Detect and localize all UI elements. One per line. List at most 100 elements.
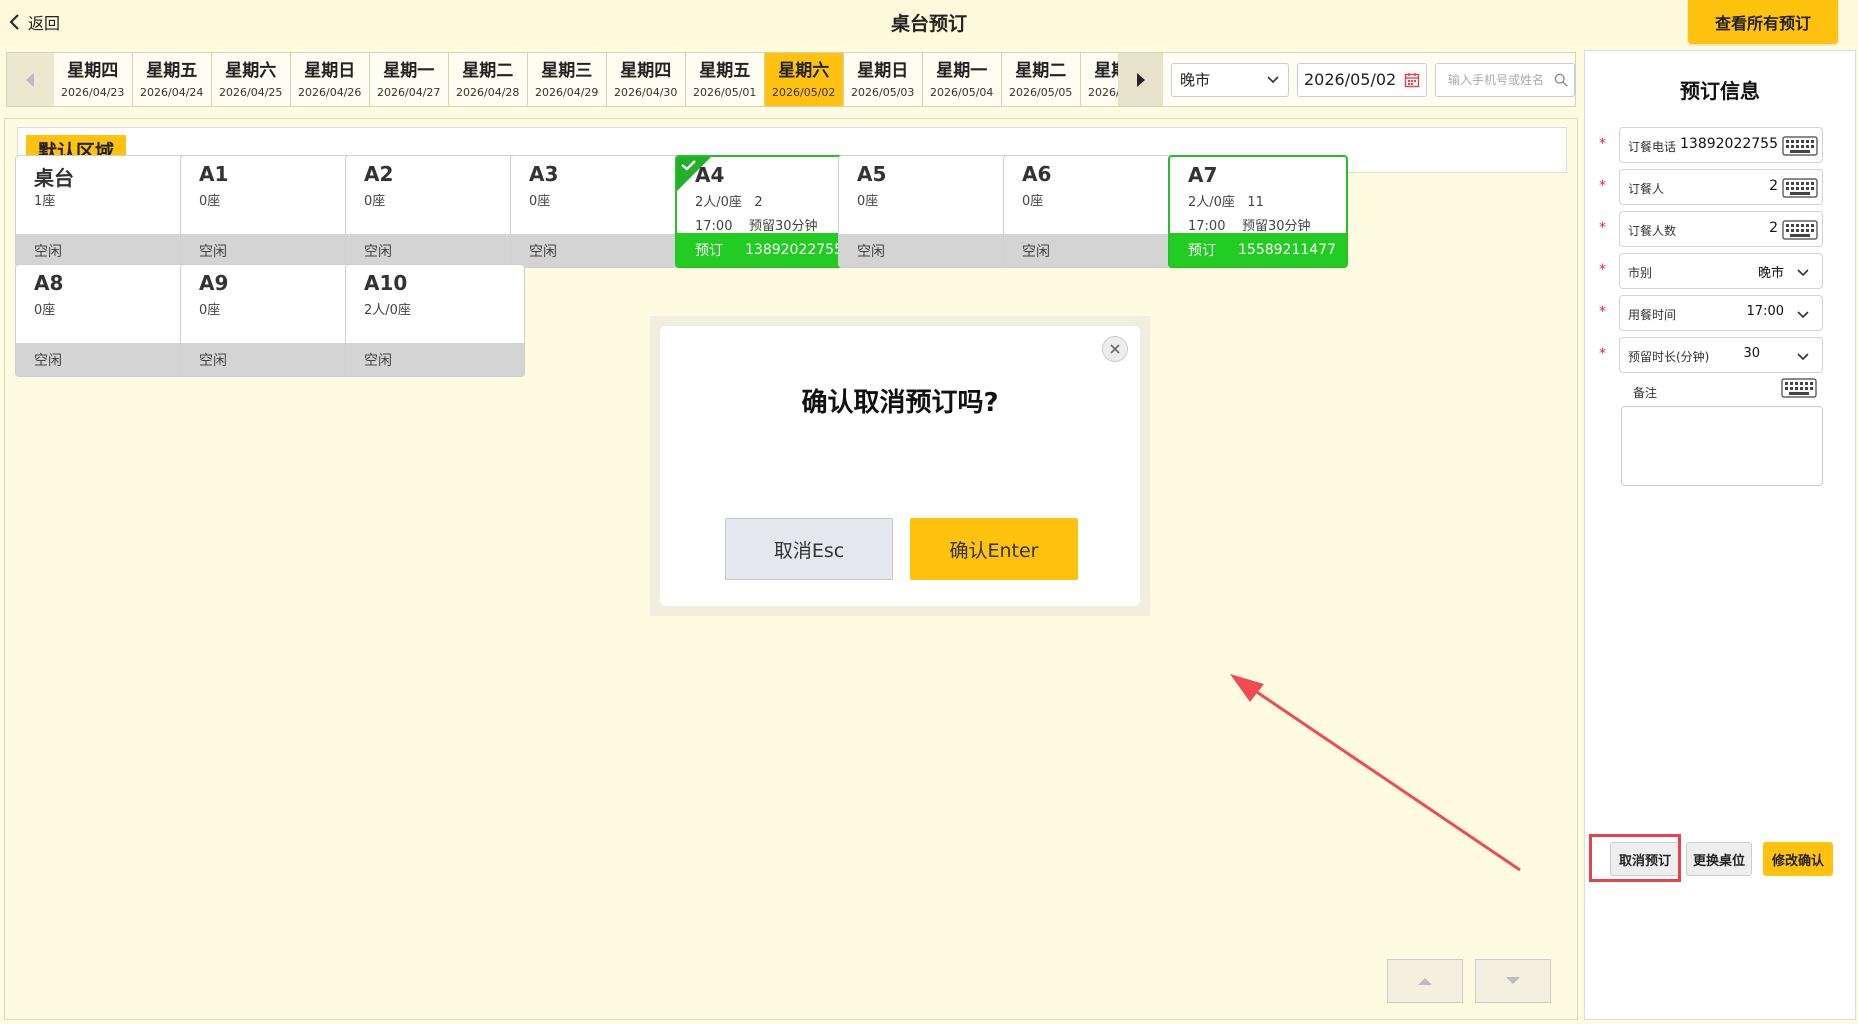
required-mark: * <box>1599 304 1606 320</box>
table-name: A1 <box>199 162 229 186</box>
table-card[interactable]: A9 0座 空闲 <box>180 264 360 377</box>
date-weekday: 星期日 <box>857 61 909 81</box>
chevron-down-icon <box>1797 311 1809 319</box>
date-item[interactable]: 星期日 2026/05/03 <box>843 53 923 106</box>
date-item[interactable]: 星期六 2026/04/25 <box>211 53 291 106</box>
period-select[interactable]: 市别 晚市 <box>1619 253 1823 289</box>
time-select[interactable]: 用餐时间 17:00 <box>1619 295 1823 331</box>
search-input[interactable] <box>1448 72 1553 87</box>
keyboard-icon[interactable] <box>1781 378 1817 398</box>
caret-up-icon <box>1418 978 1432 985</box>
table-card[interactable]: A2 0座 空闲 <box>345 155 525 268</box>
table-status: 空闲 <box>364 352 392 369</box>
keyboard-icon[interactable] <box>1782 136 1818 156</box>
date-weekday: 星期一 <box>936 61 988 81</box>
table-card[interactable]: A3 0座 空闲 <box>510 155 690 268</box>
date-next-button[interactable] <box>1118 53 1163 106</box>
scroll-down-button[interactable] <box>1475 959 1551 1003</box>
date-item[interactable]: 星期二 2026/04/28 <box>448 53 528 106</box>
booking-info-panel: 预订信息 * 订餐电话 13892022755 * 订餐人 2 * 订餐人数 2… <box>1584 50 1856 1020</box>
table-name: A8 <box>34 271 64 295</box>
date-item[interactable]: 星期五 2026/04/24 <box>132 53 212 106</box>
date-controls: 晚市 2026/05/02 <box>1163 53 1575 106</box>
date-item[interactable]: 星期五 2026/05/01 <box>685 53 765 106</box>
scroll-up-button[interactable] <box>1387 959 1463 1003</box>
date-item[interactable]: 星期一 2026/04/27 <box>369 53 449 106</box>
date-item[interactable]: 星期六 2026/05/02 <box>764 53 844 106</box>
table-status: 空闲 <box>857 243 885 260</box>
date-prev-button[interactable] <box>7 53 54 106</box>
date-item[interactable]: 星期三 2026/04/29 <box>527 53 607 106</box>
caret-right-icon <box>1136 72 1145 87</box>
date-weekday: 星期二 <box>1015 61 1067 81</box>
keyboard-icon[interactable] <box>1782 220 1818 240</box>
time-value: 17:00 <box>1746 304 1784 319</box>
meal-period-select[interactable]: 晚市 <box>1171 62 1289 97</box>
chevron-left-icon <box>9 14 19 30</box>
date-weekday: 星期三 <box>1094 61 1118 81</box>
date-item[interactable]: 星期二 2026/05/05 <box>1001 53 1081 106</box>
table-card[interactable]: A5 0座 空闲 <box>838 155 1018 268</box>
table-status-bar: 预订 13892022755 <box>677 233 853 266</box>
table-status-bar: 空闲 <box>839 234 1017 267</box>
table-status-bar: 空闲 <box>346 343 524 376</box>
date-value: 2026/04/25 <box>219 86 283 99</box>
dialog-cancel-button[interactable]: 取消Esc <box>725 518 893 580</box>
date-picker[interactable]: 2026/05/02 <box>1297 62 1427 97</box>
table-seats: 2人/0座 11 <box>1188 195 1264 210</box>
date-item[interactable]: 星期一 2026/05/04 <box>922 53 1002 106</box>
table-card[interactable]: A10 2人/0座 空闲 <box>345 264 525 377</box>
back-button[interactable]: 返回 <box>8 8 60 36</box>
caret-left-icon <box>26 72 35 87</box>
dialog-confirm-button[interactable]: 确认Enter <box>910 518 1078 580</box>
change-seat-button[interactable]: 更换桌位 <box>1686 842 1752 876</box>
table-seats: 0座 <box>34 303 56 318</box>
modify-confirm-button[interactable]: 修改确认 <box>1763 842 1833 876</box>
date-value: 2026/05/01 <box>693 86 757 99</box>
table-seats: 0座 <box>199 303 221 318</box>
booker-field[interactable]: 订餐人 2 <box>1619 169 1823 205</box>
guests-field[interactable]: 订餐人数 2 <box>1619 211 1823 247</box>
table-card[interactable]: A6 0座 空闲 <box>1003 155 1183 268</box>
note-label: 备注 <box>1633 386 1658 400</box>
date-item[interactable]: 星期日 2026/04/26 <box>290 53 370 106</box>
date-item[interactable]: 星期四 2026/04/30 <box>606 53 686 106</box>
table-seats: 0座 <box>529 194 551 209</box>
guests-value: 2 <box>1769 220 1778 236</box>
required-mark: * <box>1599 220 1606 236</box>
hold-select[interactable]: 预留时长(分钟) 30 <box>1619 337 1823 373</box>
keyboard-icon[interactable] <box>1782 178 1818 198</box>
view-all-bookings-button[interactable]: 查看所有预订 <box>1688 0 1838 44</box>
date-item[interactable]: 星期三 2026/05/06 <box>1080 53 1119 106</box>
close-icon <box>1110 344 1120 354</box>
dialog-close-button[interactable] <box>1102 336 1128 362</box>
table-guests: 2 <box>754 195 763 210</box>
phone-field[interactable]: 订餐电话 13892022755 <box>1619 127 1823 163</box>
cancel-booking-button[interactable]: 取消预订 <box>1610 842 1680 876</box>
table-card[interactable]: 桌台 1座 空闲 <box>15 155 195 268</box>
table-card[interactable]: A4 2人/0座 2 17:00 预留30分钟 预订 13892022755 <box>675 155 855 268</box>
time-label: 用餐时间 <box>1628 308 1677 322</box>
note-textarea[interactable] <box>1621 406 1823 486</box>
panel-title: 预订信息 <box>1680 79 1760 103</box>
table-card[interactable]: A7 2人/0座 11 17:00 预留30分钟 预订 15589211477 <box>1168 155 1348 268</box>
date-value: 2026/05/03 <box>851 86 915 99</box>
required-mark: * <box>1599 178 1606 194</box>
date-item[interactable]: 星期四 2026/04/23 <box>53 53 133 106</box>
table-status-bar: 空闲 <box>346 234 524 267</box>
date-value: 2026/04/23 <box>61 86 125 99</box>
table-status-bar: 空闲 <box>16 234 194 267</box>
table-card[interactable]: A1 0座 空闲 <box>180 155 360 268</box>
table-name: A4 <box>695 163 725 187</box>
phone-label: 订餐电话 <box>1628 140 1677 154</box>
table-time: 17:00 预留30分钟 <box>695 219 818 234</box>
search-icon[interactable] <box>1554 73 1568 87</box>
caret-down-icon <box>1506 977 1520 984</box>
date-weekday: 星期四 <box>67 61 119 81</box>
table-seats: 0座 <box>364 194 386 209</box>
date-weekday: 星期二 <box>462 61 514 81</box>
table-seats: 0座 <box>1022 194 1044 209</box>
table-status-bar: 空闲 <box>16 343 194 376</box>
table-name: 桌台 <box>34 166 74 190</box>
table-card[interactable]: A8 0座空闲 <box>15 264 195 377</box>
